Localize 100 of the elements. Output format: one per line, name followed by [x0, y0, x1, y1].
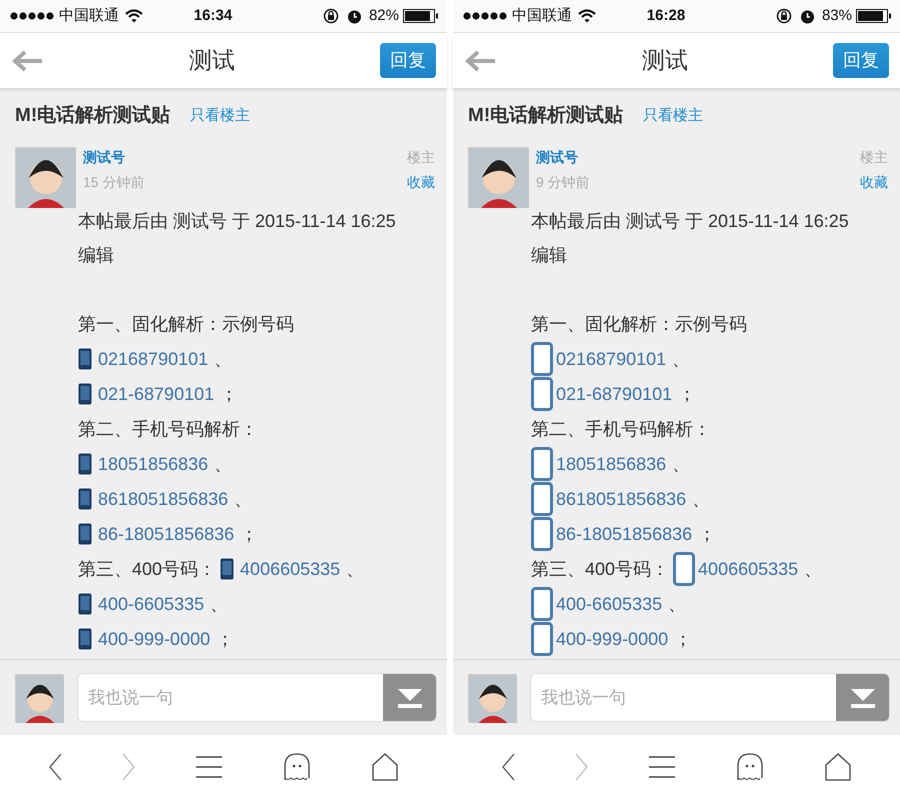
expand-button[interactable]: [836, 674, 889, 721]
phone-link[interactable]: 400-6605335: [98, 586, 204, 622]
op-only-link[interactable]: 只看楼主: [190, 105, 250, 128]
reply-button[interactable]: 回复: [833, 42, 889, 78]
home-icon[interactable]: [824, 752, 852, 780]
op-label: 楼主: [860, 148, 888, 166]
battery-icon: [856, 9, 892, 23]
phone-link[interactable]: 18051856836: [556, 446, 666, 482]
phone-icon: [220, 558, 234, 580]
post-title: M!电话解析测试贴: [468, 104, 624, 128]
post-text: 、: [214, 348, 232, 370]
phone-icon: [531, 482, 553, 516]
avatar-icon: [15, 146, 75, 206]
comment-input[interactable]: 我也说一句: [78, 674, 383, 721]
phone-icon: [673, 552, 696, 586]
phone-icon: [78, 593, 92, 615]
post-time: 9 分钟前: [536, 172, 590, 192]
back-chevron-icon[interactable]: [500, 752, 515, 780]
post-text: ；: [240, 522, 258, 546]
post-text: 第三、400号码：: [78, 558, 216, 580]
signal-icon: [463, 10, 507, 22]
post-text: ；: [220, 382, 238, 406]
avatar-icon: [468, 146, 528, 206]
post-text: 、: [668, 592, 686, 616]
phone-link[interactable]: 4006605335: [698, 552, 798, 586]
status-time: 16:34: [194, 6, 234, 26]
phone-icon: [78, 383, 92, 405]
alarm-icon: [800, 8, 815, 24]
favorite-link[interactable]: 收藏: [860, 172, 888, 192]
phone-icon: [531, 622, 553, 656]
phone-link[interactable]: 400-999-0000: [556, 622, 668, 656]
post-time: 15 分钟前: [83, 172, 144, 192]
phone-link[interactable]: 021-68790101: [98, 376, 214, 412]
page-title: 测试: [188, 46, 236, 76]
phone-link[interactable]: 02168790101: [556, 342, 666, 376]
rotation-lock-icon: [776, 8, 792, 24]
post-text: 、: [672, 452, 690, 476]
post-text: 、: [346, 558, 364, 580]
carrier-name: 中国联通: [59, 6, 119, 26]
phone-icon: [531, 447, 553, 481]
home-icon[interactable]: [371, 752, 400, 780]
phone-icon: [78, 453, 92, 475]
post-text: ；: [674, 628, 692, 650]
alarm-icon: [346, 8, 362, 24]
avatar-icon: [468, 674, 516, 722]
author-name[interactable]: 测试号: [536, 146, 578, 168]
op-only-link[interactable]: 只看楼主: [643, 105, 704, 128]
phone-link[interactable]: 02168790101: [98, 342, 208, 376]
phone-link[interactable]: 18051856836: [98, 446, 208, 482]
post-text: ；: [698, 522, 716, 546]
status-time: 16:28: [646, 6, 686, 26]
back-chevron-icon[interactable]: [48, 752, 62, 780]
edit-note: 本帖最后由 测试号 于 2015-11-14 16:25 编辑: [531, 210, 850, 266]
signal-icon: [10, 10, 54, 22]
expand-button[interactable]: [383, 674, 436, 721]
phone-link[interactable]: 400-6605335: [556, 586, 662, 622]
post-text: 第一、固化解析：示例号码: [531, 312, 747, 336]
author-name[interactable]: 测试号: [83, 146, 125, 168]
post-text: 、: [214, 452, 232, 476]
ghost-icon[interactable]: [283, 752, 312, 780]
menu-icon[interactable]: [195, 754, 224, 778]
phone-link[interactable]: 021-68790101: [556, 376, 672, 412]
phone-icon: [78, 523, 92, 545]
post-text: 、: [692, 488, 710, 510]
phone-icon: [78, 628, 92, 650]
post-text: 第一、固化解析：示例号码: [78, 312, 294, 336]
post-text: 、: [672, 348, 690, 370]
post-text: 第二、手机号码解析：: [531, 418, 711, 440]
phone-link[interactable]: 8618051856836: [556, 482, 686, 516]
comment-input[interactable]: 我也说一句: [531, 674, 836, 721]
op-label: 楼主: [407, 148, 435, 166]
phone-link[interactable]: 86-18051856836: [556, 516, 692, 552]
phone-link[interactable]: 8618051856836: [98, 482, 228, 516]
post-text: 、: [804, 558, 822, 580]
carrier-name: 中国联通: [512, 6, 572, 26]
battery-percent: 82%: [368, 6, 399, 26]
phone-link[interactable]: 400-999-0000: [98, 622, 210, 656]
battery-percent: 83%: [822, 6, 852, 26]
ghost-icon[interactable]: [736, 752, 764, 780]
post-text: ；: [216, 628, 234, 650]
avatar-icon: [15, 674, 63, 722]
post-text: ；: [678, 382, 696, 406]
battery-icon: [403, 9, 439, 23]
edit-note: 本帖最后由 测试号 于 2015-11-14 16:25 编辑: [78, 210, 397, 266]
wifi-icon: [578, 9, 596, 23]
comment-field[interactable]: 我也说一句: [77, 673, 437, 722]
wifi-icon: [125, 9, 143, 23]
comment-field[interactable]: 我也说一句: [530, 673, 890, 722]
menu-icon[interactable]: [648, 754, 676, 778]
phone-link[interactable]: 4006605335: [240, 552, 340, 586]
collapse-icon: [396, 686, 424, 708]
phone-icon: [78, 488, 92, 510]
reply-button[interactable]: 回复: [380, 42, 436, 78]
page-title: 测试: [641, 46, 689, 76]
favorite-link[interactable]: 收藏: [407, 172, 435, 192]
phone-link[interactable]: 86-18051856836: [98, 516, 234, 552]
post-text: 、: [234, 488, 252, 510]
post-title: M!电话解析测试贴: [15, 104, 170, 128]
phone-icon: [78, 348, 92, 370]
collapse-icon: [848, 686, 876, 708]
